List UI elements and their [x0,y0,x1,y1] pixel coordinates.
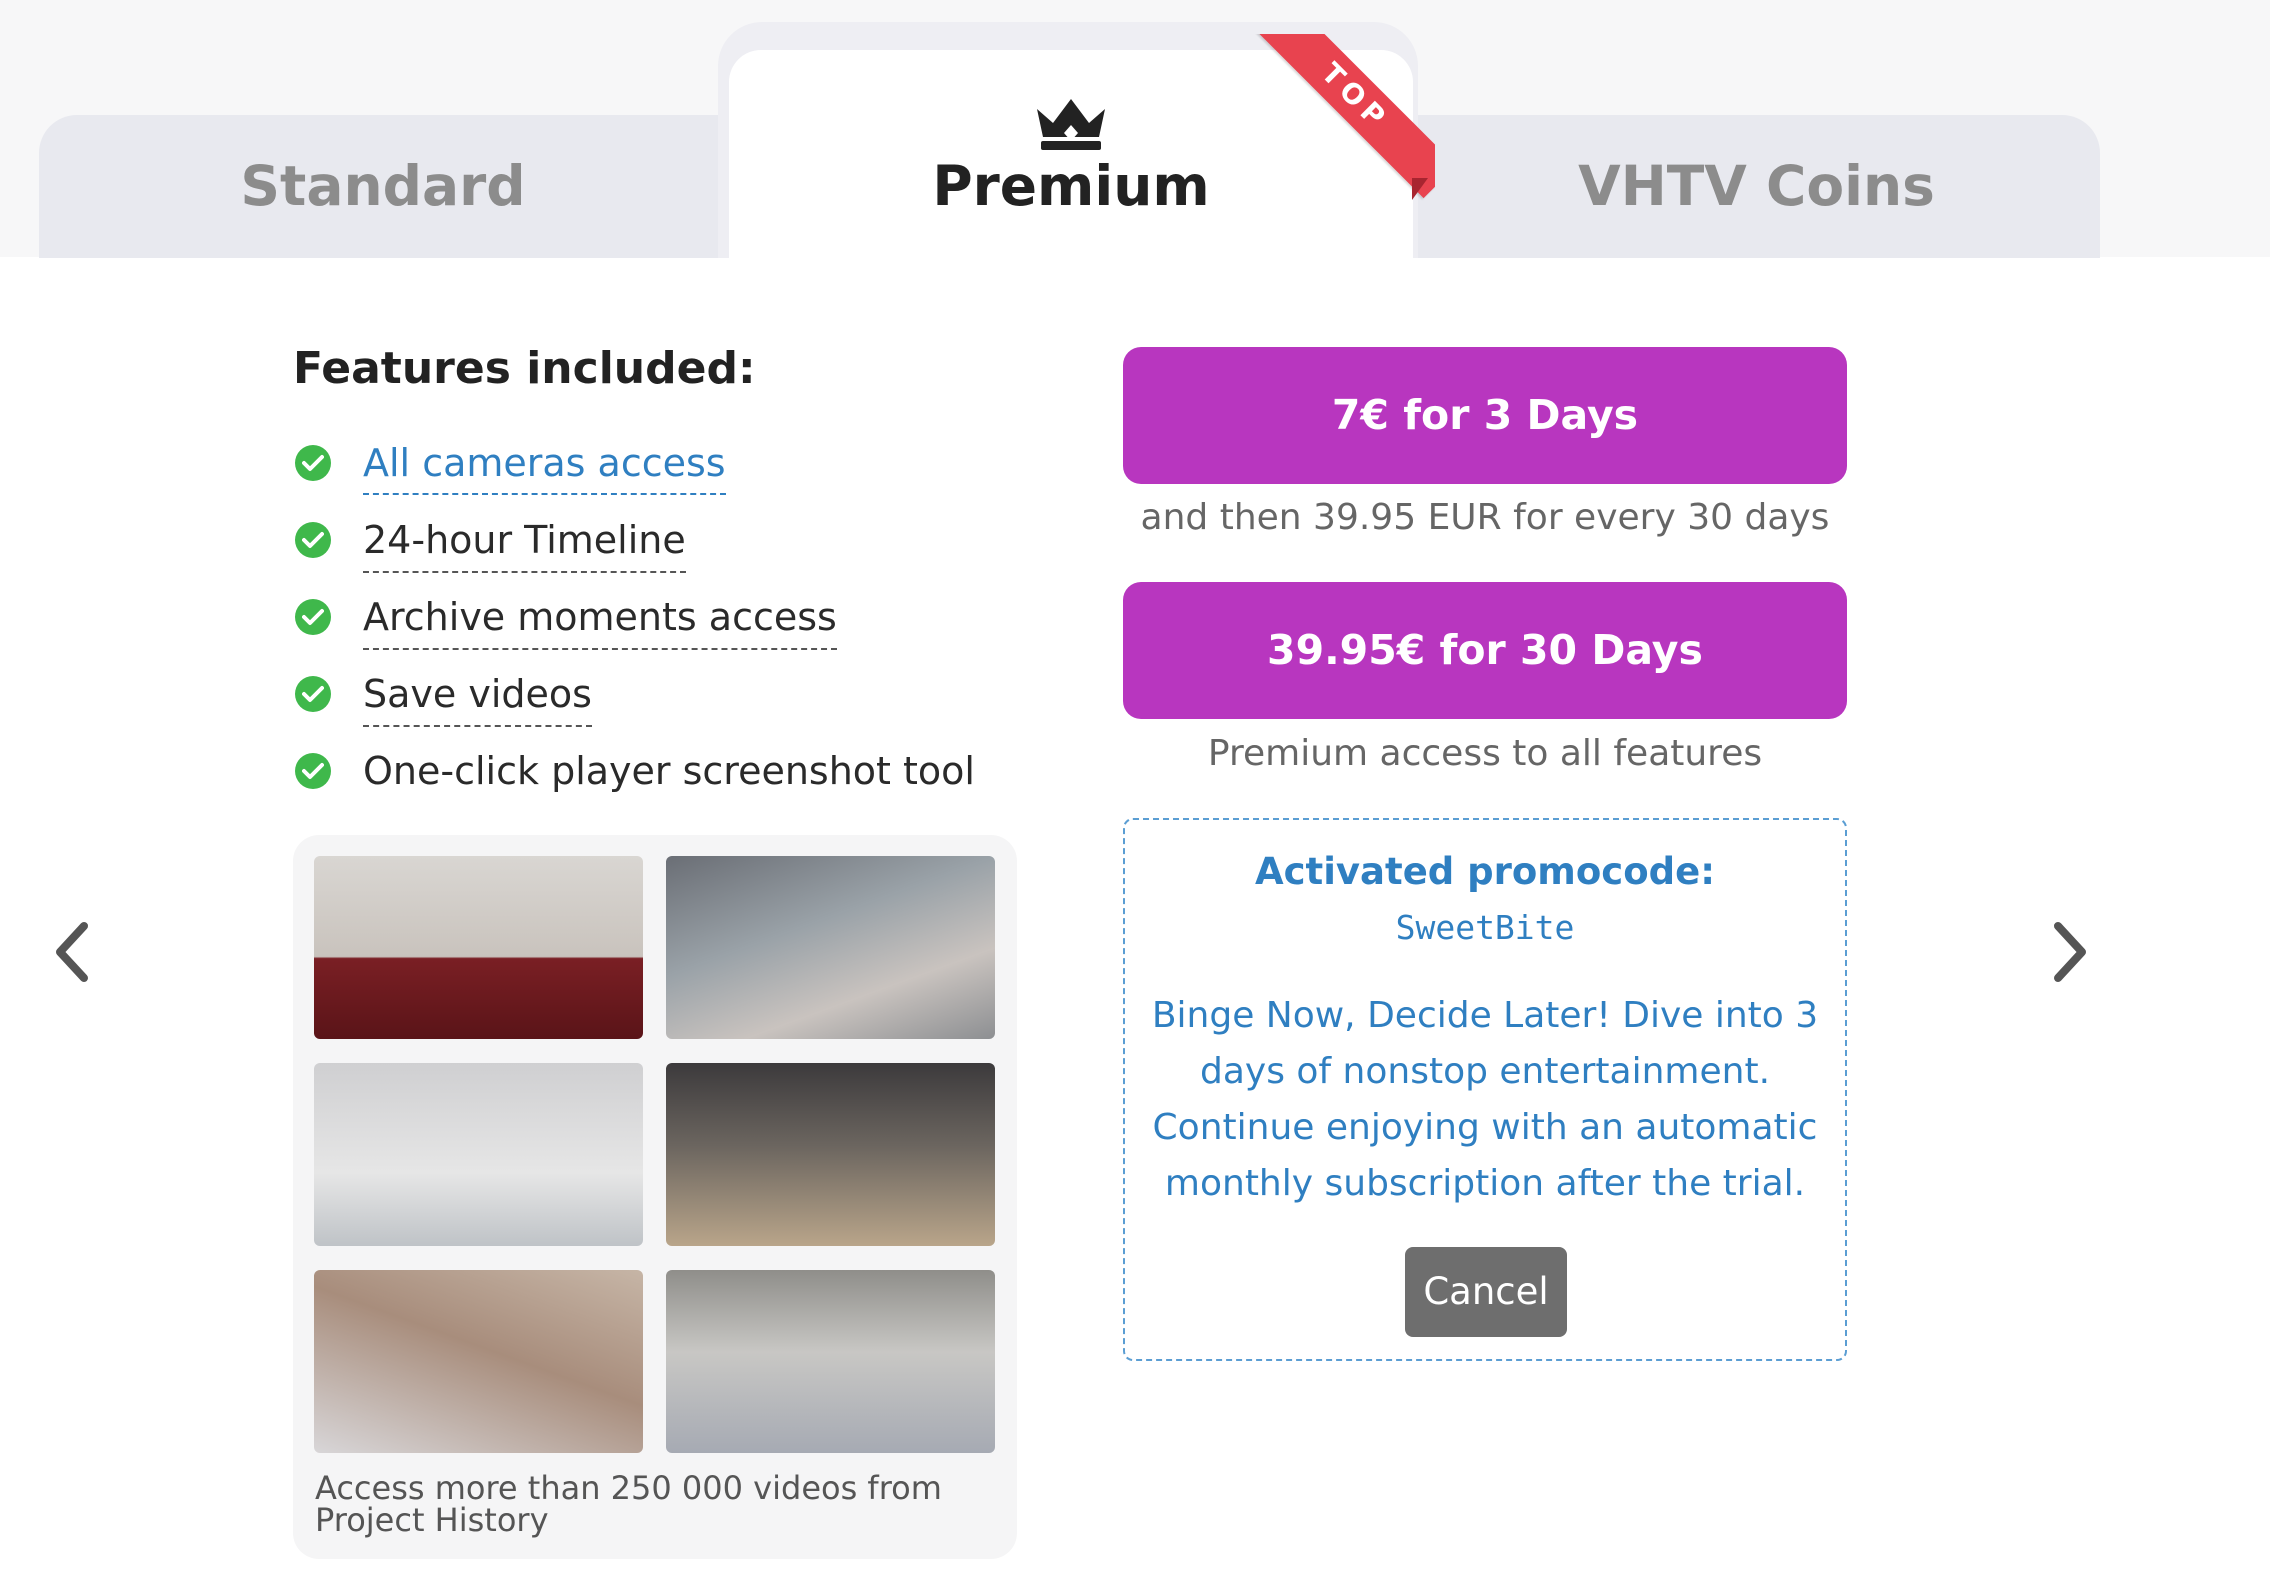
chevron-left-icon[interactable] [50,920,94,984]
cancel-promocode-button[interactable]: Cancel [1405,1247,1567,1337]
plan-30-days-subtitle: Premium access to all features [1207,733,1763,774]
plan-30-days-button[interactable]: 39.95€ for 30 Days [1123,582,1847,719]
tab-vhtv-coins[interactable]: VHTV Coins [1413,115,2100,258]
crown-icon [1037,99,1105,150]
top-ribbon: TOP [1255,34,1435,214]
plan-3-days-button[interactable]: 7€ for 3 Days [1123,347,1847,484]
feature-label[interactable]: Save videos [363,664,592,727]
chevron-right-icon[interactable] [2048,920,2092,984]
features-title: Features included: [293,343,756,394]
gallery-thumbnail[interactable] [314,1063,643,1246]
tab-standard[interactable]: Standard [39,115,727,258]
gallery-thumbnail[interactable] [666,1063,995,1246]
preview-gallery: Access more than 250 000 videos from Pro… [293,835,1017,1559]
feature-link-all-cameras[interactable]: All cameras access [363,433,726,495]
plan-3-days-subtitle: and then 39.95 EUR for every 30 days [1140,497,1830,538]
check-circle-icon [295,445,331,481]
gallery-thumbnail[interactable] [314,856,643,1039]
feature-label[interactable]: Archive moments access [363,587,837,650]
feature-label: One-click player screenshot tool [363,749,975,793]
check-circle-icon [295,753,331,789]
gallery-thumbnail[interactable] [314,1270,643,1453]
promocode-value: SweetBite [1395,908,1575,947]
feature-label[interactable]: 24-hour Timeline [363,510,686,573]
promocode-title: Activated promocode: [1254,850,1716,893]
check-circle-icon [295,522,331,558]
ribbon-fold [1412,178,1428,200]
check-circle-icon [295,599,331,635]
check-circle-icon [295,676,331,712]
gallery-thumbnail[interactable] [666,856,995,1039]
gallery-thumbnail[interactable] [666,1270,995,1453]
promocode-description: Binge Now, Decide Later! Dive into 3 day… [1151,995,1819,1204]
promocode-panel: Activated promocode: SweetBite Binge Now… [1123,818,1847,1361]
gallery-caption: Access more than 250 000 videos from Pro… [315,1469,942,1539]
top-ribbon-label: TOP [1255,34,1435,199]
